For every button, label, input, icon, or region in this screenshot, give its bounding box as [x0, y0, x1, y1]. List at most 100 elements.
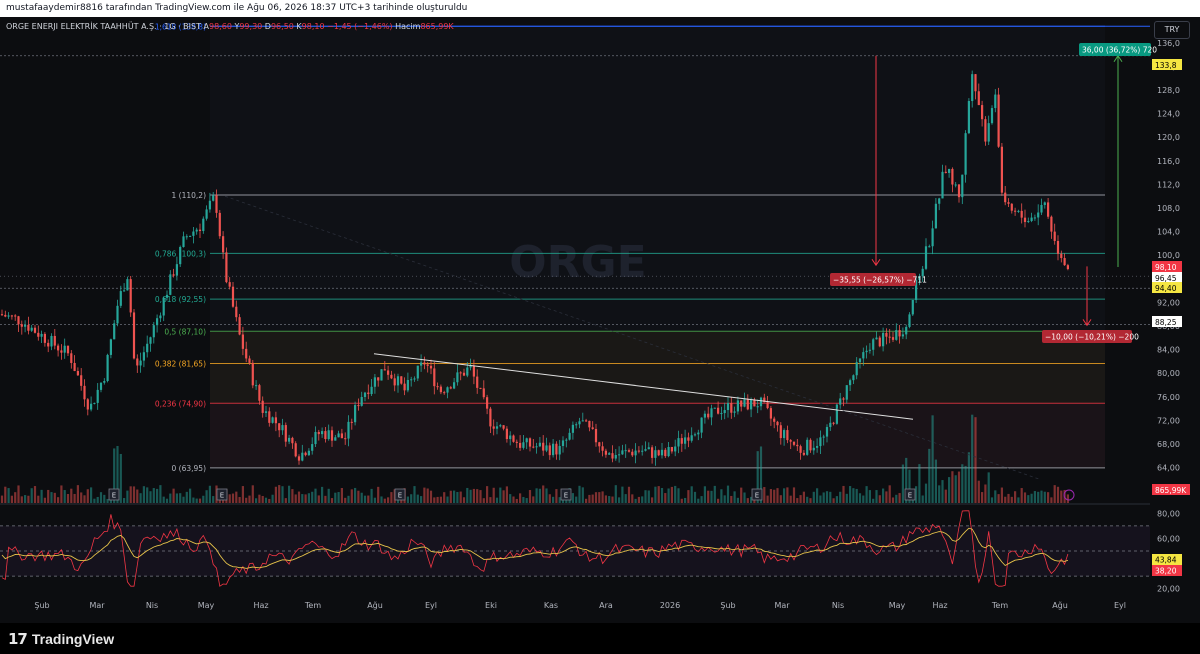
volume-bar	[1014, 491, 1017, 503]
volume-bar	[746, 498, 749, 503]
candle-body	[885, 332, 888, 337]
volume-bar	[416, 494, 419, 503]
volume-bar	[608, 496, 611, 503]
candle-body	[862, 352, 865, 359]
volume-bar	[37, 495, 40, 503]
candle-body	[618, 454, 621, 456]
volume-bar	[340, 487, 343, 503]
candle-body	[901, 334, 904, 337]
candle-body	[532, 446, 535, 448]
candle-body	[934, 203, 937, 229]
candle-body	[680, 438, 683, 444]
candle-body	[17, 316, 20, 325]
candle-body	[802, 452, 805, 455]
chart-frame[interactable]: ORGE 60,00 64,00 68,00 72,00 76,00 80,00 84,00 8…	[0, 17, 1200, 623]
volume-bar	[357, 490, 360, 503]
candle-body	[377, 377, 380, 381]
volume-bar	[700, 496, 703, 503]
volume-bar	[281, 486, 284, 503]
tradingview-logo[interactable]: 17 TradingView	[8, 630, 114, 648]
volume-bar	[423, 487, 426, 503]
candle-body	[515, 441, 518, 443]
volume-bar	[70, 488, 73, 503]
volume-bar	[327, 488, 330, 503]
candle-body	[938, 198, 941, 204]
candle-body	[812, 447, 815, 451]
volume-bar	[301, 494, 304, 503]
volume-label-text: 865,99K	[1155, 486, 1187, 495]
volume-bar	[377, 486, 380, 503]
volume-bar	[502, 490, 505, 503]
candle-body	[93, 402, 96, 404]
volume-bar	[944, 489, 947, 503]
volume-bar	[601, 491, 604, 503]
rsi-ma-value-text: 43,84	[1155, 556, 1177, 565]
volume-bar	[806, 496, 809, 503]
chart-canvas[interactable]: ORGE 60,00 64,00 68,00 72,00 76,00 80,00 84,00 8…	[0, 17, 1200, 623]
volume-bar	[868, 490, 871, 503]
volume-bar	[10, 495, 13, 503]
measure-label-text: 36,00 (36,72%) 720	[1082, 46, 1157, 55]
volume-bar	[169, 493, 172, 503]
volume-bar	[858, 493, 862, 503]
candle-body	[198, 229, 202, 231]
volume-bar	[317, 495, 320, 503]
candle-body	[297, 456, 301, 461]
candle-body	[304, 452, 307, 456]
currency-button[interactable]: TRY	[1154, 21, 1190, 39]
volume-bar	[165, 498, 169, 503]
volume-bar	[591, 494, 594, 503]
candle-body	[116, 305, 119, 324]
volume-bar	[792, 487, 796, 503]
candle-body	[327, 430, 330, 440]
candle-body	[1004, 192, 1007, 203]
candle-body	[90, 403, 93, 410]
volume-bar	[555, 489, 558, 503]
earnings-marker-text: E	[908, 492, 912, 500]
volume-bar	[208, 485, 211, 503]
volume-bar	[895, 494, 898, 503]
volume-bar	[123, 498, 126, 503]
volume-bar	[974, 417, 977, 503]
candle-body	[396, 376, 400, 386]
volume-bar	[53, 492, 56, 503]
candle-body	[519, 442, 522, 448]
candle-body	[96, 389, 99, 403]
fib-level-label: 0 (63,95)	[172, 464, 207, 473]
candle-body	[195, 229, 198, 232]
candle-body	[670, 447, 673, 452]
volume-bar	[763, 487, 766, 503]
volume-bar	[713, 485, 716, 503]
volume-bar	[614, 485, 617, 503]
candle-body	[294, 443, 297, 457]
candle-body	[393, 378, 396, 386]
volume-bar	[654, 486, 657, 503]
volume-bar	[241, 486, 244, 503]
candle-body	[684, 437, 687, 444]
price-tick-label: 72,00	[1157, 416, 1180, 425]
volume-bar	[20, 496, 23, 503]
volume-bar	[139, 493, 142, 503]
volume-bar	[60, 485, 63, 503]
candle-body	[555, 443, 558, 455]
candle-body	[182, 236, 185, 247]
candle-body	[641, 450, 644, 452]
candle-body	[1000, 146, 1003, 193]
candle-body	[542, 442, 545, 451]
volume-bar	[657, 486, 660, 503]
volume-bar	[532, 496, 535, 503]
volume-bar	[924, 483, 928, 503]
candle-body	[905, 326, 908, 335]
volume-bar	[766, 495, 769, 503]
candle-body	[103, 381, 106, 383]
candle-body	[50, 335, 53, 347]
volume-bar	[855, 488, 858, 503]
volume-bar	[255, 498, 258, 503]
volume-bar	[680, 498, 683, 503]
volume-bar	[522, 496, 525, 503]
candle-body	[951, 168, 954, 185]
candle-body	[568, 432, 571, 440]
candle-body	[14, 315, 17, 317]
candle-body	[608, 453, 611, 455]
candle-body	[687, 437, 690, 441]
